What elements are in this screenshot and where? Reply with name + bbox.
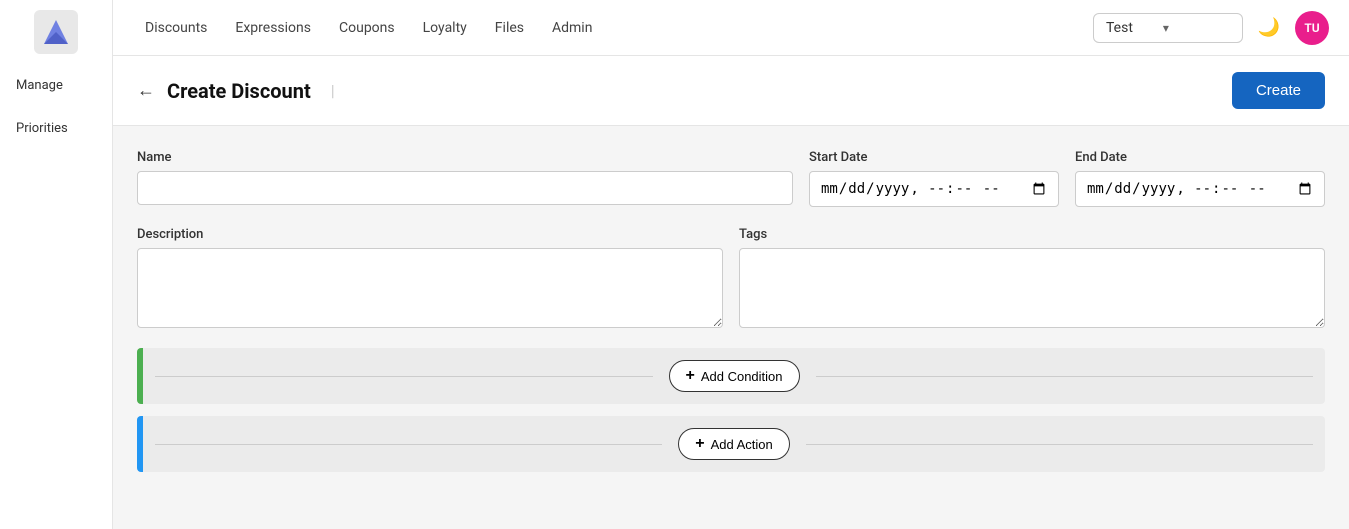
tags-input[interactable] — [739, 248, 1325, 328]
page-header-left: ← Create Discount | — [137, 79, 335, 103]
nav-expressions[interactable]: Expressions — [223, 14, 323, 42]
action-line-right — [806, 444, 1313, 445]
topnav: Discounts Expressions Coupons Loyalty Fi… — [113, 0, 1349, 56]
sidebar-item-priorities[interactable]: Priorities — [16, 117, 68, 140]
description-group: Description — [137, 227, 723, 328]
tags-label: Tags — [739, 227, 1325, 242]
name-input[interactable] — [137, 171, 793, 205]
app-logo — [34, 10, 78, 54]
action-panel-content: + Add Action — [143, 416, 1325, 472]
nav-admin[interactable]: Admin — [540, 14, 604, 42]
sidebar-item-manage[interactable]: Manage — [16, 74, 63, 97]
nav-loyalty[interactable]: Loyalty — [411, 14, 479, 42]
nav-discounts[interactable]: Discounts — [133, 14, 219, 42]
dark-mode-icon[interactable]: 🌙 — [1255, 14, 1283, 42]
plus-action-icon: + — [695, 435, 704, 453]
condition-panel: + Add Condition — [137, 348, 1325, 404]
action-line-left — [155, 444, 662, 445]
name-group: Name — [137, 150, 793, 207]
end-date-group: End Date — [1075, 150, 1325, 207]
condition-line-left — [155, 376, 653, 377]
chevron-down-icon: ▾ — [1163, 21, 1169, 35]
env-select[interactable]: Test ▾ — [1093, 13, 1243, 43]
sidebar: Manage Priorities — [0, 0, 113, 529]
add-condition-button[interactable]: + Add Condition — [669, 360, 800, 392]
condition-line-right — [816, 376, 1314, 377]
nav-files[interactable]: Files — [483, 14, 536, 42]
add-action-button[interactable]: + Add Action — [678, 428, 790, 460]
description-input[interactable] — [137, 248, 723, 328]
name-label: Name — [137, 150, 793, 165]
form-area: Name Start Date End Date Description — [113, 126, 1349, 508]
add-condition-label: Add Condition — [701, 369, 783, 384]
form-row-2: Description Tags — [137, 227, 1325, 328]
tags-group: Tags — [739, 227, 1325, 328]
create-button[interactable]: Create — [1232, 72, 1325, 109]
page-header: ← Create Discount | Create — [113, 56, 1349, 126]
nav-coupons[interactable]: Coupons — [327, 14, 407, 42]
back-button[interactable]: ← — [137, 80, 155, 101]
avatar[interactable]: TU — [1295, 11, 1329, 45]
plus-icon: + — [686, 367, 695, 385]
form-row-1: Name Start Date End Date — [137, 150, 1325, 207]
title-divider: | — [331, 81, 335, 100]
content-area: ← Create Discount | Create Name Start Da… — [113, 56, 1349, 529]
action-panel: + Add Action — [137, 416, 1325, 472]
add-action-label: Add Action — [711, 437, 773, 452]
sidebar-nav: Manage Priorities — [0, 74, 112, 140]
topnav-links: Discounts Expressions Coupons Loyalty Fi… — [133, 14, 1089, 42]
end-date-input[interactable] — [1075, 171, 1325, 207]
topnav-right: Test ▾ 🌙 TU — [1093, 11, 1329, 45]
description-label: Description — [137, 227, 723, 242]
main-area: Discounts Expressions Coupons Loyalty Fi… — [113, 0, 1349, 529]
condition-panel-content: + Add Condition — [143, 348, 1325, 404]
start-date-label: Start Date — [809, 150, 1059, 165]
env-select-value: Test — [1106, 20, 1133, 36]
start-date-group: Start Date — [809, 150, 1059, 207]
page-title: Create Discount — [167, 79, 311, 103]
start-date-input[interactable] — [809, 171, 1059, 207]
end-date-label: End Date — [1075, 150, 1325, 165]
